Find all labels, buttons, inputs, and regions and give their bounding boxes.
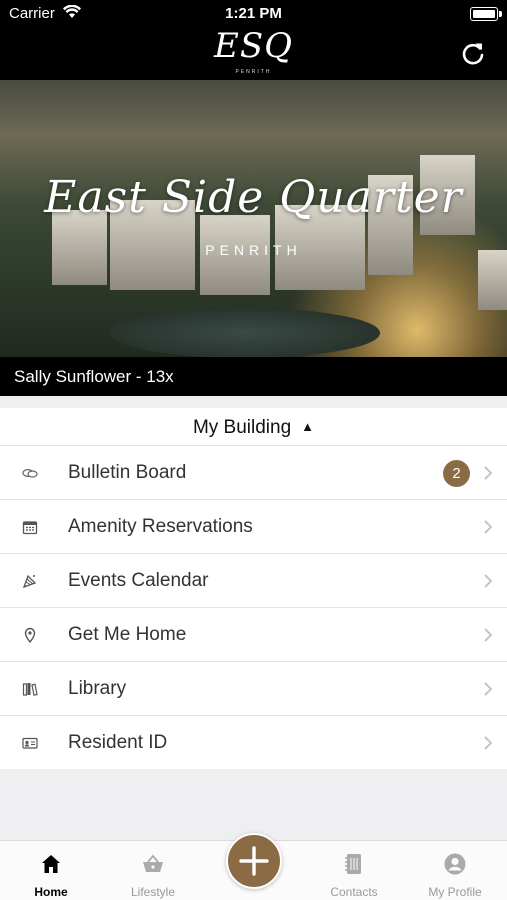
- battery-icon: [470, 7, 502, 21]
- menu-item-label: Get Me Home: [68, 624, 187, 645]
- party-icon: [22, 574, 37, 589]
- collapse-caret-icon: ▲: [301, 419, 315, 434]
- tab-label: My Profile: [428, 885, 482, 899]
- plus-icon: [239, 846, 269, 876]
- clock: 1:21 PM: [225, 5, 282, 22]
- menu-item-get-me-home[interactable]: Get Me Home: [0, 607, 507, 661]
- user-bar: Sally Sunflower - 13x: [0, 357, 507, 396]
- section-title: My Building ▲: [0, 417, 507, 439]
- user-name: Sally Sunflower - 13x: [14, 367, 174, 386]
- app-logo: ESQ: [214, 26, 293, 66]
- chat-bubbles-icon: [22, 468, 38, 478]
- status-bar: Carrier 1:21 PM: [0, 0, 507, 28]
- id-card-icon: [22, 737, 38, 749]
- tab-lifestyle[interactable]: Lifestyle: [103, 841, 203, 900]
- menu-item-events-calendar[interactable]: Events Calendar: [0, 553, 507, 607]
- menu-item-label: Resident ID: [68, 732, 168, 753]
- tab-label: Contacts: [330, 885, 378, 899]
- address-book-icon: [345, 854, 361, 874]
- chevron-right-icon: [484, 574, 493, 588]
- chevron-right-icon: [484, 520, 493, 534]
- menu-item-label: Events Calendar: [68, 570, 209, 591]
- tab-label: Lifestyle: [130, 885, 176, 899]
- calendar-icon: [22, 521, 38, 535]
- refresh-icon[interactable]: [459, 40, 487, 68]
- chevron-right-icon: [484, 682, 493, 696]
- app-screen: Carrier 1:21 PM ESQ PENRITH East Side Qu…: [0, 0, 507, 900]
- menu-item-bulletin-board[interactable]: Bulletin Board 2: [0, 445, 507, 499]
- menu-item-label: Amenity Reservations: [68, 516, 253, 537]
- menu-item-amenity-reservations[interactable]: Amenity Reservations: [0, 499, 507, 553]
- house-icon: [42, 855, 60, 873]
- location-pin-icon: [24, 627, 36, 643]
- person-icon: [444, 853, 466, 875]
- top-bar: Carrier 1:21 PM ESQ PENRITH: [0, 0, 507, 80]
- section-title-label: My Building: [192, 417, 292, 438]
- menu-item-library[interactable]: Library: [0, 661, 507, 715]
- menu-item-resident-id[interactable]: Resident ID: [0, 715, 507, 769]
- chevron-right-icon: [484, 466, 493, 480]
- menu-item-label: Bulletin Board: [68, 462, 187, 483]
- tab-label: Home: [34, 885, 68, 899]
- books-icon: [22, 683, 38, 696]
- menu-item-label: Library: [68, 678, 127, 699]
- building-menu: Bulletin Board 2 Amenity Reservations Ev…: [0, 445, 507, 769]
- hero-title: East Side Quarter: [44, 172, 463, 223]
- add-button[interactable]: [226, 833, 282, 889]
- hero-subtitle: PENRITH: [205, 242, 302, 258]
- app-logo-subtitle: PENRITH: [235, 69, 272, 75]
- chevron-right-icon: [484, 628, 493, 642]
- tab-home[interactable]: Home: [1, 841, 101, 900]
- notification-badge: 2: [443, 460, 470, 487]
- tab-my-profile[interactable]: My Profile: [405, 841, 505, 900]
- chevron-right-icon: [484, 736, 493, 750]
- hero-banner: East Side Quarter PENRITH: [0, 80, 507, 357]
- tab-contacts[interactable]: Contacts: [304, 841, 404, 900]
- basket-icon: [143, 854, 163, 872]
- section-header-my-building[interactable]: My Building ▲: [0, 408, 507, 445]
